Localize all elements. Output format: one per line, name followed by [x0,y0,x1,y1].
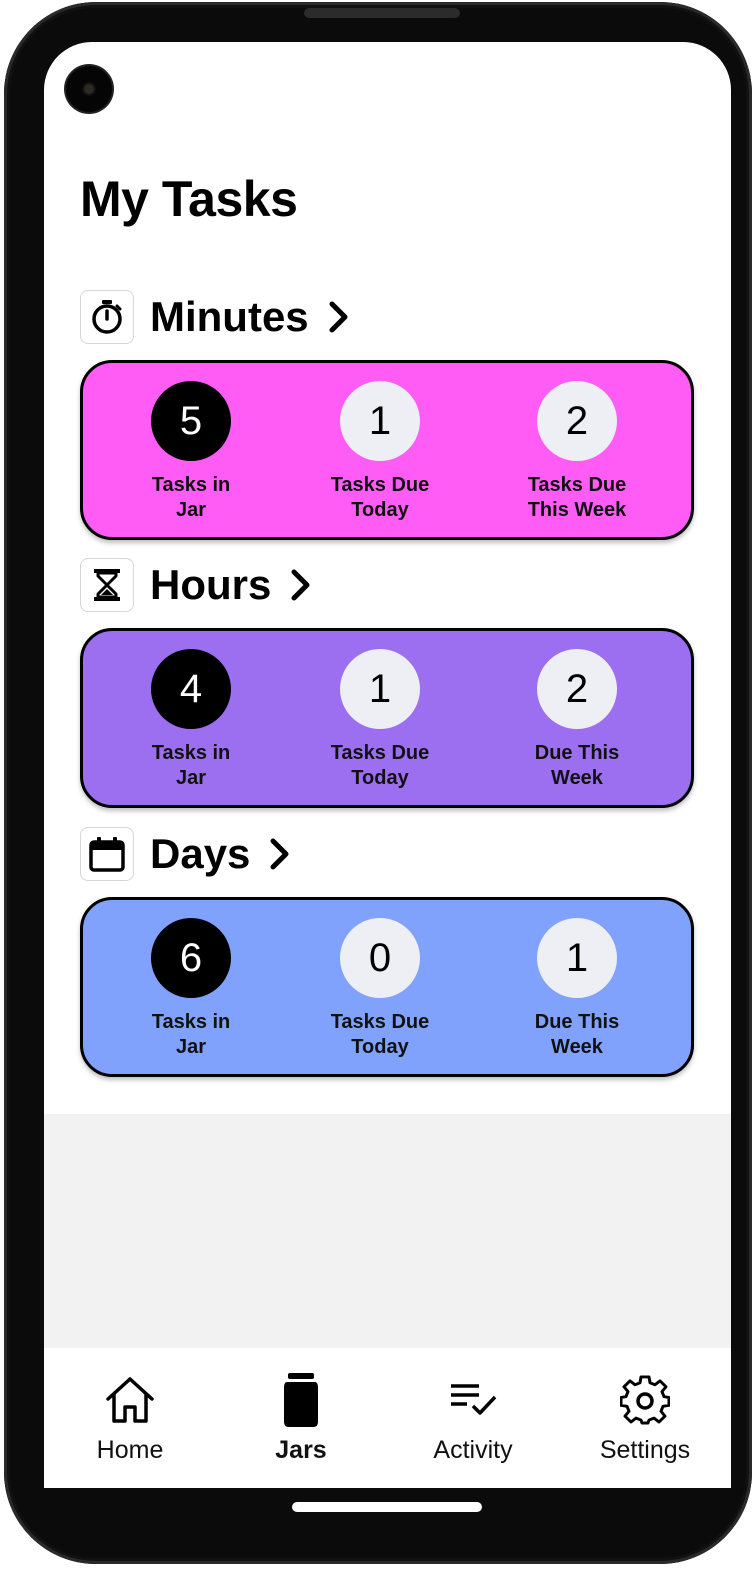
stat-tasks-due-week: 2 Due This Week [512,649,642,791]
section-label: Minutes [150,293,309,340]
home-icon [50,1372,210,1428]
days-jar-card[interactable]: 6 Tasks in Jar 0 Tasks Due Today 1 Due T… [80,897,694,1077]
stat-tasks-due-week: 1 Due This Week [512,918,642,1060]
stat-count-circle: 2 [537,649,617,729]
nav-item-jars[interactable]: Jars [221,1372,381,1465]
page-title: My Tasks [80,171,298,227]
stat-label: Tasks in Jar [151,474,231,521]
minutes-jar-card[interactable]: 5 Tasks in Jar 1 Tasks Due Today 2 Tasks… [80,360,694,540]
empty-content-area [44,1114,731,1348]
nav-item-settings[interactable]: Settings [565,1372,725,1465]
stopwatch-icon [80,290,134,344]
stat-label: Due This Week [534,742,620,789]
stat-label: Tasks Due Today [330,742,430,789]
nav-label: Activity [433,1436,513,1464]
stat-count-circle: 2 [537,381,617,461]
chevron-right-icon [289,568,313,602]
stat-label: Due This Week [534,1011,620,1058]
section-label: Hours [150,561,272,608]
stat-count-circle: 6 [151,918,231,998]
section-label: Days [150,830,251,877]
section-header-hours[interactable]: Hours [80,556,313,614]
app-screen: My Tasks Minutes 5 Tasks in Jar 1 Tasks … [44,42,731,1488]
bottom-navigation: Home Jars Activity Settings [44,1348,731,1488]
nav-label: Jars [275,1436,327,1464]
stat-label: Tasks Due Today [330,1011,430,1058]
stat-tasks-due-today: 1 Tasks Due Today [315,381,445,523]
stat-count-circle: 1 [537,918,617,998]
section-header-days[interactable]: Days [80,825,292,883]
stat-count-circle: 0 [340,918,420,998]
activity-checklist-icon [393,1372,553,1428]
stat-count-circle: 1 [340,381,420,461]
calendar-icon [80,827,134,881]
stat-label: Tasks Due Today [330,474,430,521]
phone-frame: My Tasks Minutes 5 Tasks in Jar 1 Tasks … [4,2,752,1564]
nav-item-activity[interactable]: Activity [393,1372,553,1465]
stat-label: Tasks Due This Week [527,474,627,521]
stat-tasks-due-today: 0 Tasks Due Today [315,918,445,1060]
stat-count-circle: 5 [151,381,231,461]
section-header-minutes[interactable]: Minutes [80,288,351,346]
stat-label: Tasks in Jar [151,1011,231,1058]
jar-icon [221,1372,381,1428]
stat-tasks-due-today: 1 Tasks Due Today [315,649,445,791]
chevron-right-icon [327,300,351,334]
stat-label: Tasks in Jar [151,742,231,789]
stat-tasks-in-jar: 6 Tasks in Jar [126,918,256,1060]
nav-label: Settings [599,1436,691,1464]
stat-count-circle: 1 [340,649,420,729]
stat-tasks-in-jar: 5 Tasks in Jar [126,381,256,523]
stat-tasks-due-week: 2 Tasks Due This Week [512,381,642,523]
stat-tasks-in-jar: 4 Tasks in Jar [126,649,256,791]
chevron-right-icon [268,837,292,871]
nav-label: Home [96,1436,164,1464]
home-indicator[interactable] [292,1502,482,1512]
earpiece-speaker [304,8,460,18]
stat-count-circle: 4 [151,649,231,729]
front-camera [66,66,112,112]
hourglass-icon [80,558,134,612]
gear-icon [565,1372,725,1428]
nav-item-home[interactable]: Home [50,1372,210,1465]
hours-jar-card[interactable]: 4 Tasks in Jar 1 Tasks Due Today 2 Due T… [80,628,694,808]
